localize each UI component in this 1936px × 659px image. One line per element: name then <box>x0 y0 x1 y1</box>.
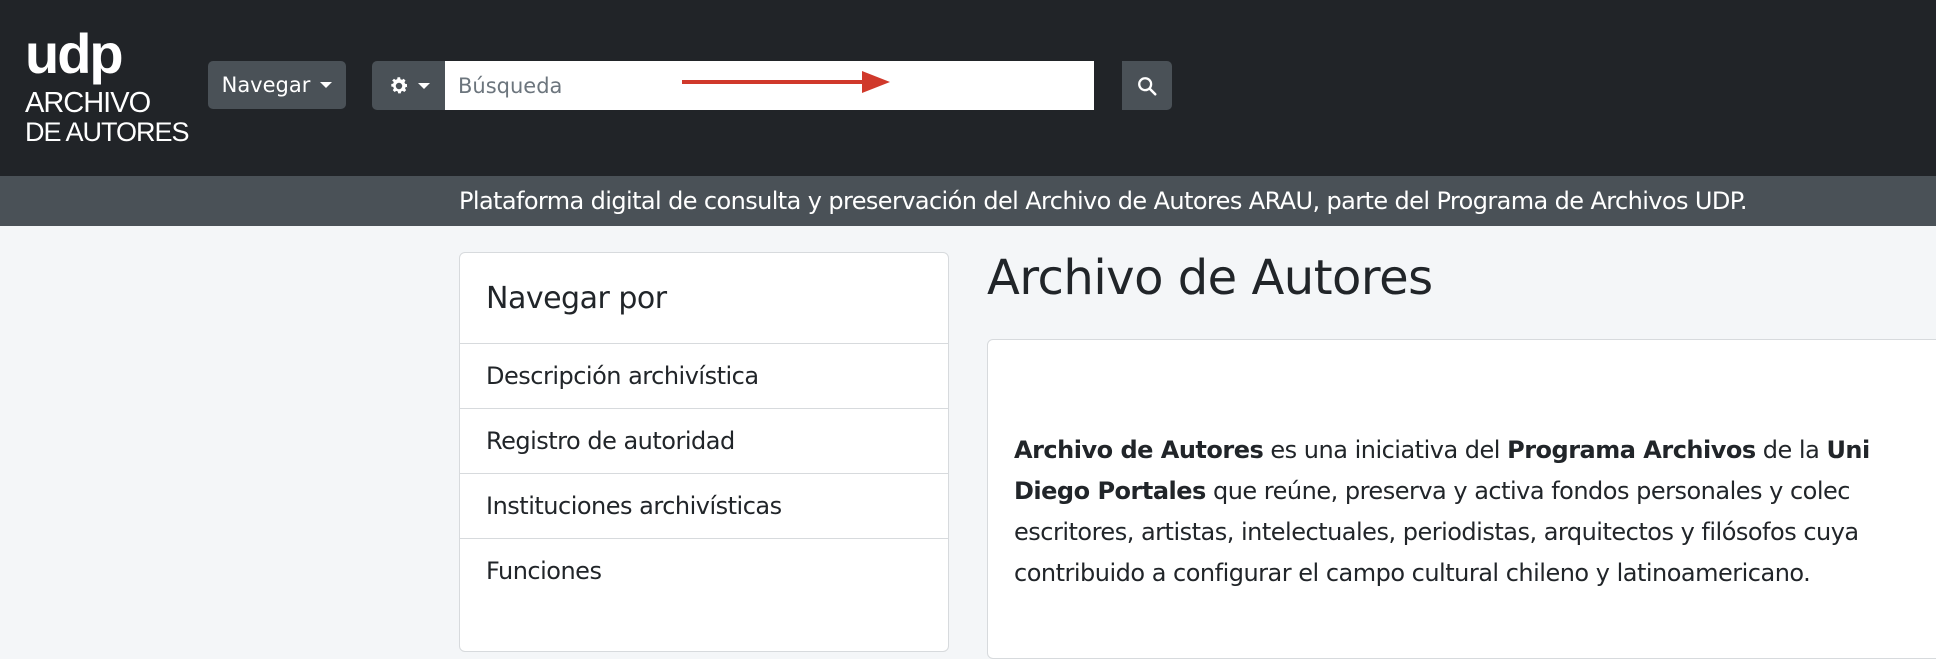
intro-bold: Diego Portales <box>1014 477 1206 505</box>
intro-bold: Programa Archivos <box>1507 436 1756 464</box>
browse-by-title: Navegar por <box>486 281 667 316</box>
search-options-button[interactable] <box>372 61 445 110</box>
intro-bold: Archivo de Autores <box>1014 436 1264 464</box>
arrow-right-icon <box>682 71 890 93</box>
caret-down-icon <box>320 82 333 88</box>
browse-menu-label: Navegar <box>221 73 311 97</box>
intro-line: escritores, artistas, intelectuales, per… <box>1014 518 1859 546</box>
browse-menu-button[interactable]: Navegar <box>208 61 346 109</box>
browse-item-authority-record[interactable]: Registro de autoridad <box>460 408 948 473</box>
browse-item-archival-description[interactable]: Descripción archivística <box>460 343 948 408</box>
caret-down-icon <box>417 82 430 89</box>
intro-line: Diego Portales que reúne, preserva y act… <box>1014 471 1936 512</box>
gear-icon <box>390 76 408 93</box>
site-tagline: Plataforma digital de consulta y preserv… <box>459 187 1748 215</box>
intro-text-run: es una iniciativa del <box>1263 436 1508 464</box>
search-button[interactable] <box>1122 61 1172 110</box>
logo-line-2: DE AUTORES <box>25 117 190 147</box>
intro-bold: Uni <box>1826 436 1870 464</box>
browse-by-panel: Navegar por Descripción archivística Reg… <box>459 252 949 652</box>
logo-line-1: ARCHIVO <box>25 87 151 119</box>
browse-by-list: Descripción archivística Registro de aut… <box>460 343 948 603</box>
logo-mark: udp <box>25 22 124 85</box>
top-header: udp ARCHIVO DE AUTORES Navegar <box>0 0 1936 176</box>
search-icon <box>1138 76 1157 96</box>
intro-line: Archivo de Autores es una iniciativa del… <box>1014 430 1936 471</box>
page-title: Archivo de Autores <box>987 250 1433 306</box>
intro-card: Archivo de Autores es una iniciativa del… <box>987 339 1936 659</box>
intro-text: Archivo de Autores es una iniciativa del… <box>1014 430 1936 594</box>
intro-text-run: que reúne, preserva y activa fondos pers… <box>1205 477 1851 505</box>
intro-text-run: de la <box>1755 436 1827 464</box>
browse-item-functions[interactable]: Funciones <box>460 538 948 603</box>
browse-item-archival-institutions[interactable]: Instituciones archivísticas <box>460 473 948 538</box>
intro-line: contribuido a configurar el campo cultur… <box>1014 559 1811 587</box>
tagline-bar: Plataforma digital de consulta y preserv… <box>0 176 1936 226</box>
